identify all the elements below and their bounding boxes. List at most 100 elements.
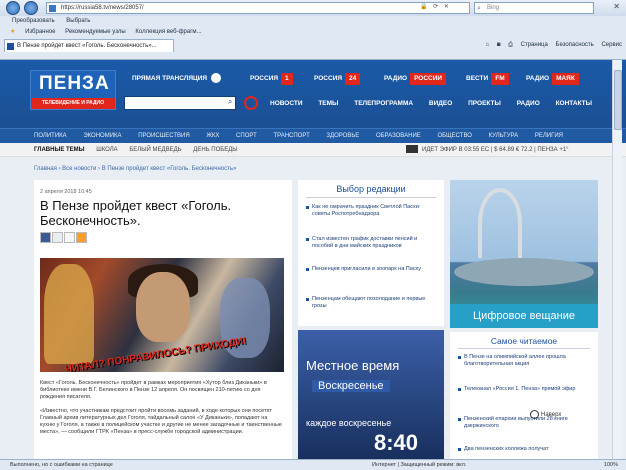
category-education[interactable]: ОБРАЗОВАНИЕ <box>376 133 421 139</box>
star-icon[interactable]: ★ <box>10 29 15 35</box>
article-image: ЧИТАЛ? ПОНРАВИЛОСЬ? ПРИХОДИ! <box>40 258 284 372</box>
menu-item-convert[interactable]: Преобразовать <box>12 18 55 24</box>
category-religion[interactable]: РЕЛИГИЯ <box>535 133 563 139</box>
themes-list: ГЛАВНЫЕ ТЕМЫ ШКОЛА БЕЛЫЙ МЕДВЕДЬ ДЕНЬ ПО… <box>34 143 248 157</box>
theme-victory-day[interactable]: ДЕНЬ ПОБЕДЫ <box>193 147 237 153</box>
category-economy[interactable]: ЭКОНОМИКА <box>83 133 121 139</box>
browser-search-input[interactable]: ⌕ Bing <box>474 2 594 14</box>
address-actions[interactable]: 🔒 ⟳ ✕ <box>420 3 451 10</box>
twitter-share-icon[interactable] <box>52 232 63 243</box>
favorites-item-suggested[interactable]: Рекомендуемые узлы <box>65 29 126 35</box>
scrollbar-thumb[interactable] <box>614 70 622 130</box>
scroll-top-button[interactable]: Наверх <box>530 410 561 419</box>
promo-banner[interactable]: Местное время Воскресенье каждое воскрес… <box>298 330 444 459</box>
digital-broadcast-ad[interactable]: Цифровое вещание <box>450 180 598 328</box>
promo-title: Местное время <box>306 358 400 373</box>
theme-school[interactable]: ШКОЛА <box>96 147 117 153</box>
most-read-item[interactable]: Два пензенских коллежа получат <box>458 446 592 453</box>
command-tools[interactable]: Сервис <box>601 42 622 48</box>
category-housing[interactable]: ЖКХ <box>206 133 219 139</box>
most-read-item[interactable]: В Пензе на олимпийской аллее прошла благ… <box>458 354 592 367</box>
search-placeholder: Bing <box>487 5 500 11</box>
nav-tv-program[interactable]: ТЕЛЕПРОГРАММА <box>354 100 413 107</box>
editors-choice-title: Выбор редакции <box>336 184 406 194</box>
page-scrollbar[interactable] <box>612 60 622 459</box>
share-buttons <box>40 232 88 245</box>
site-logo[interactable]: ПЕНЗА ТЕЛЕВИДЕНИЕ И РАДИО <box>30 70 116 110</box>
site-header: ПЕНЗА ТЕЛЕВИДЕНИЕ И РАДИО ПРЯМАЯ ТРАНСЛЯ… <box>0 60 626 128</box>
editors-item[interactable]: Пензенцам обещают похолодание и первые г… <box>306 296 436 309</box>
facebook-share-icon[interactable] <box>40 232 51 243</box>
category-transport[interactable]: ТРАНСПОРТ <box>273 133 309 139</box>
nav-radio[interactable]: РАДИО <box>517 100 540 107</box>
category-politics[interactable]: ПОЛИТИКА <box>34 133 67 139</box>
editors-item[interactable]: Пензенцев пригласили в зоопарк на Пасху <box>306 266 436 273</box>
category-society[interactable]: ОБЩЕСТВО <box>437 133 472 139</box>
logo-subtitle: ТЕЛЕВИДЕНИЕ И РАДИО <box>31 98 115 109</box>
nav-contacts[interactable]: КОНТАКТЫ <box>556 100 592 107</box>
menu-item-select[interactable]: Выбрать <box>66 18 90 24</box>
accessibility-eye-icon[interactable] <box>244 96 258 110</box>
print-icon[interactable]: ⎙ <box>508 42 513 48</box>
channel-vesti-fm[interactable]: ВЕСТИ FM <box>466 72 509 86</box>
channel-badge: МАЯК <box>552 73 579 85</box>
nav-topics[interactable]: ТЕМЫ <box>318 100 338 107</box>
logo-title: ПЕНЗА <box>39 73 110 94</box>
channel-name: ВЕСТИ <box>466 75 489 82</box>
most-read-item[interactable]: Пензенский епархии выпустили 28 книге дз… <box>458 416 592 429</box>
editors-item[interactable]: Как не омрачить праздник Светлой Пасхи: … <box>306 204 436 217</box>
breadcrumb[interactable]: Главная › Все новости › В Пензе пройдет … <box>34 166 236 172</box>
search-icon[interactable]: ⌕ <box>228 97 232 107</box>
editors-item[interactable]: Стал известен график доставки пенсий и п… <box>306 236 436 249</box>
address-bar[interactable]: https://russia58.tv/news/28057/ <box>46 2 470 14</box>
tv-icon <box>406 145 418 154</box>
promo-schedule: каждое воскресенье <box>306 418 392 428</box>
channel-radio-mayak[interactable]: РАДИО МАЯК <box>526 72 579 86</box>
channel-badge: РОССИИ <box>410 73 447 85</box>
browser-chrome: https://russia58.tv/news/28057/ 🔒 ⟳ ✕ ⌕ … <box>0 0 626 60</box>
most-read-item[interactable]: Телеканал «Россия 1. Пенза» прямой эфир <box>458 386 592 393</box>
live-stream-link[interactable]: ПРЯМАЯ ТРАНСЛЯЦИЯ <box>132 72 222 86</box>
category-health[interactable]: ЗДОРОВЬЕ <box>326 133 359 139</box>
site-search-input[interactable] <box>124 96 236 110</box>
zoom-level[interactable]: 100% <box>604 460 618 470</box>
status-text: Выполнено, но с ошибками на странице <box>10 462 113 468</box>
category-incidents[interactable]: ПРОИСШЕСТВИЯ <box>138 133 189 139</box>
command-page[interactable]: Страница <box>521 42 548 48</box>
ad-arch-graphic <box>478 188 522 258</box>
theme-white-bear[interactable]: БЕЛЫЙ МЕДВЕДЬ <box>129 147 181 153</box>
favorites-bar: ★ Избранное Рекомендуемые узлы Коллекция… <box>0 27 626 38</box>
channel-russia24[interactable]: РОССИЯ 24 <box>314 72 361 86</box>
feeds-icon[interactable]: ◙ <box>497 42 501 48</box>
forward-icon[interactable] <box>24 1 38 15</box>
promo-time: 8:40 <box>374 430 419 455</box>
tab-article[interactable]: В Пензе пройдет квест «Гоголь. Бесконечн… <box>4 39 174 52</box>
channel-radio-russia[interactable]: РАДИО РОССИИ <box>384 72 447 86</box>
nav-news[interactable]: НОВОСТИ <box>270 100 303 107</box>
divider <box>306 197 436 198</box>
category-sport[interactable]: СПОРТ <box>236 133 257 139</box>
article-date: 2 апреля 2018 10:45 <box>40 189 92 195</box>
nav-video[interactable]: ВИДЕО <box>429 100 452 107</box>
nav-projects[interactable]: ПРОЕКТЫ <box>468 100 501 107</box>
close-window-icon[interactable]: ✕ <box>613 2 620 11</box>
channel-russia1[interactable]: РОССИЯ 1 <box>250 72 293 86</box>
favorites-item-webslices[interactable]: Коллекция веб-фрагм... <box>135 29 201 35</box>
image-portrait-face <box>136 272 190 342</box>
vk-share-icon[interactable] <box>64 232 75 243</box>
promo-day: Воскресенье <box>312 380 390 392</box>
main-nav: НОВОСТИ ТЕМЫ ТЕЛЕПРОГРАММА ВИДЕО ПРОЕКТЫ… <box>270 100 606 107</box>
home-icon[interactable]: ⌂ <box>486 42 490 48</box>
tab-title: В Пензе пройдет квест «Гоголь. Бесконечн… <box>17 43 157 49</box>
category-culture[interactable]: КУЛЬТУРА <box>489 133 519 139</box>
command-safety[interactable]: Безопасность <box>556 42 594 48</box>
ok-share-icon[interactable] <box>76 232 87 243</box>
channel-name: РАДИО <box>384 75 408 82</box>
article: 2 апреля 2018 10:45 В Пензе пройдет квес… <box>34 180 292 459</box>
play-icon <box>211 73 222 84</box>
theme-main[interactable]: ГЛАВНЫЕ ТЕМЫ <box>34 147 85 153</box>
channel-badge: 1 <box>281 73 293 85</box>
site-favicon-icon <box>49 5 56 12</box>
back-icon[interactable] <box>6 1 20 15</box>
favorites-label[interactable]: Избранное <box>25 29 55 35</box>
